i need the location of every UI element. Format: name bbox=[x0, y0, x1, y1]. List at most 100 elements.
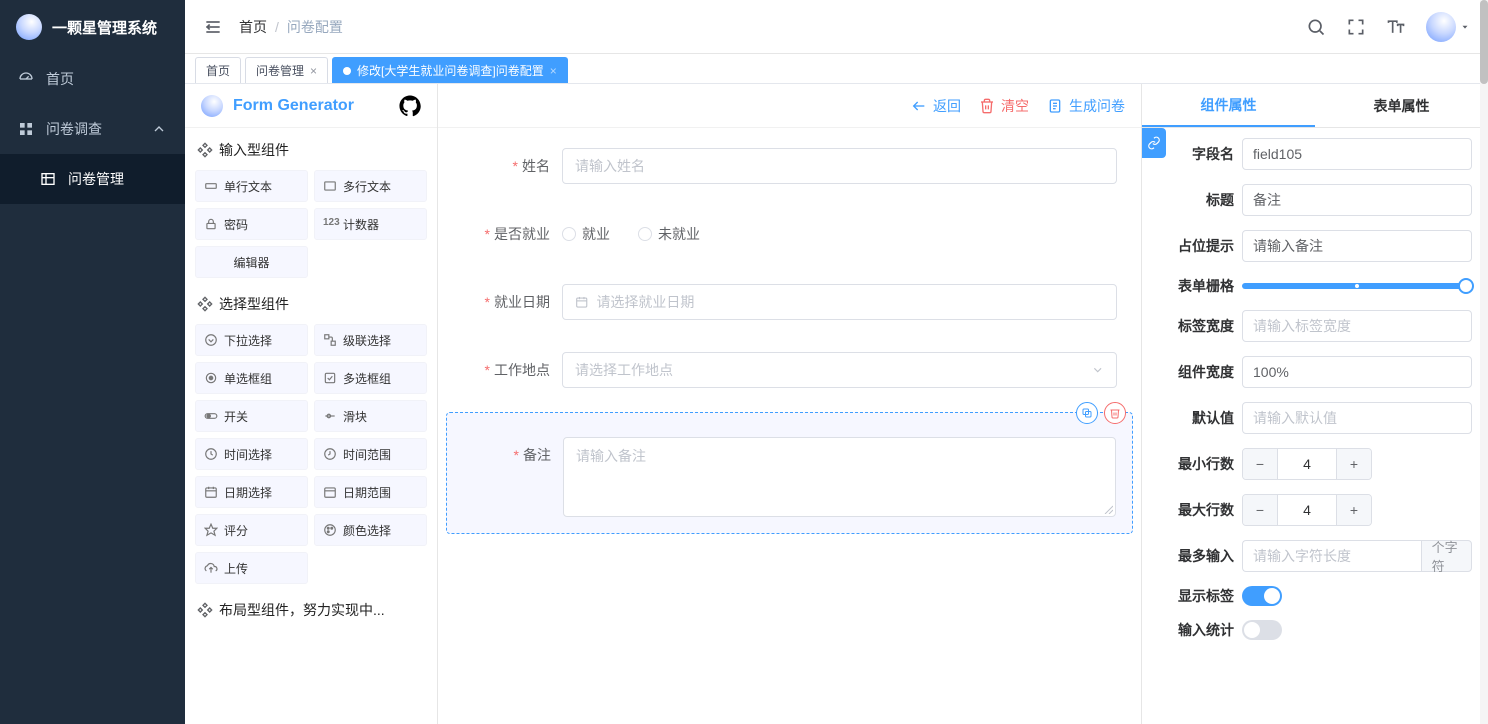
field-name[interactable]: *姓名 bbox=[446, 140, 1133, 192]
brand-logo-icon bbox=[16, 14, 42, 40]
palette-rate[interactable]: 评分 bbox=[195, 514, 308, 546]
field-work-place[interactable]: *工作地点 bbox=[446, 344, 1133, 396]
table-icon bbox=[40, 171, 56, 187]
component-icon bbox=[197, 602, 213, 618]
palette-switch[interactable]: 开关 bbox=[195, 400, 308, 432]
trash-icon bbox=[1109, 407, 1121, 419]
palette-slider[interactable]: 滑块 bbox=[314, 400, 427, 432]
prop-title-input[interactable] bbox=[1242, 184, 1472, 216]
palette-group-layout: 布局型组件，努力实现中... bbox=[195, 600, 427, 620]
tab-home[interactable]: 首页 bbox=[195, 57, 241, 83]
palette-group-select: 选择型组件 bbox=[195, 294, 427, 314]
palette-color[interactable]: 颜色选择 bbox=[314, 514, 427, 546]
prop-grid-slider[interactable] bbox=[1242, 278, 1472, 294]
prop-default-input[interactable] bbox=[1242, 402, 1472, 434]
palette-time[interactable]: 时间选择 bbox=[195, 438, 308, 470]
field-employed[interactable]: *是否就业 就业 未就业 bbox=[446, 208, 1133, 260]
text-size-icon[interactable] bbox=[1386, 17, 1406, 37]
increment-button[interactable]: + bbox=[1337, 449, 1371, 479]
increment-button[interactable]: + bbox=[1337, 495, 1371, 525]
nav-survey[interactable]: 问卷调查 bbox=[0, 104, 185, 154]
prop-max-input-input[interactable] bbox=[1242, 540, 1421, 572]
slider-handle[interactable] bbox=[1458, 278, 1474, 294]
nav-survey-mgmt[interactable]: 问卷管理 bbox=[0, 154, 185, 204]
palette-single-line[interactable]: 单行文本 bbox=[195, 170, 308, 202]
palette-cascader[interactable]: 级联选择 bbox=[314, 324, 427, 356]
generate-button[interactable]: 生成问卷 bbox=[1047, 96, 1125, 116]
radio-employed-yes[interactable]: 就业 bbox=[562, 216, 610, 252]
palette-editor[interactable]: 编辑器 bbox=[195, 246, 308, 278]
remark-textarea[interactable]: 请输入备注 bbox=[563, 437, 1116, 517]
breadcrumb-home[interactable]: 首页 bbox=[239, 17, 267, 37]
radio-icon bbox=[562, 227, 576, 241]
palette-password[interactable]: 密码 bbox=[195, 208, 308, 240]
prop-min-rows-stepper[interactable]: −4+ bbox=[1242, 448, 1372, 480]
properties-panel: 组件属性 表单属性 字段名 标题 占位提示 表单栅格 标签宽度 组件宽度 默认值… bbox=[1142, 84, 1488, 724]
prop-placeholder-input[interactable] bbox=[1242, 230, 1472, 262]
palette-radio-group[interactable]: 单选框组 bbox=[195, 362, 308, 394]
name-input[interactable] bbox=[562, 148, 1117, 184]
prop-show-label-label: 显示标签 bbox=[1174, 586, 1234, 606]
fullscreen-icon[interactable] bbox=[1346, 17, 1366, 37]
tab-survey-mgmt[interactable]: 问卷管理× bbox=[245, 57, 328, 83]
palette-date-range[interactable]: 日期范围 bbox=[314, 476, 427, 508]
palette-multi-line[interactable]: 多行文本 bbox=[314, 170, 427, 202]
form-canvas: 返回 清空 生成问卷 *姓名 *是否就业 就业 bbox=[438, 84, 1142, 724]
work-place-input[interactable] bbox=[562, 352, 1117, 388]
palette-upload[interactable]: 上传 bbox=[195, 552, 308, 584]
palette-select[interactable]: 下拉选择 bbox=[195, 324, 308, 356]
prop-label-width-label: 标签宽度 bbox=[1174, 316, 1234, 336]
resize-icon[interactable] bbox=[1103, 504, 1113, 514]
clock-range-icon bbox=[323, 447, 337, 461]
close-icon[interactable]: × bbox=[310, 58, 317, 84]
checkbox-icon bbox=[323, 371, 337, 385]
clear-button[interactable]: 清空 bbox=[979, 96, 1029, 116]
field-name-label: *姓名 bbox=[462, 148, 562, 184]
palette-counter[interactable]: 123计数器 bbox=[314, 208, 427, 240]
palette-icon bbox=[323, 523, 337, 537]
dashboard-icon bbox=[18, 71, 34, 87]
link-icon bbox=[1147, 136, 1161, 150]
decrement-button[interactable]: − bbox=[1243, 449, 1277, 479]
upload-icon bbox=[204, 561, 218, 575]
window-scrollbar[interactable] bbox=[1480, 0, 1488, 724]
cascade-icon bbox=[323, 333, 337, 347]
prop-input-stat-switch[interactable] bbox=[1242, 620, 1282, 640]
palette-time-range[interactable]: 时间范围 bbox=[314, 438, 427, 470]
slider-stop-icon bbox=[1354, 283, 1360, 289]
radio-employed-no[interactable]: 未就业 bbox=[638, 216, 700, 252]
back-button[interactable]: 返回 bbox=[911, 96, 961, 116]
prop-default-label: 默认值 bbox=[1174, 408, 1234, 428]
prop-label-width-input[interactable] bbox=[1242, 310, 1472, 342]
radio-icon bbox=[204, 371, 218, 385]
tab-edit-survey-config[interactable]: 修改[大学生就业问卷调查]问卷配置× bbox=[332, 57, 568, 83]
nav-home-label: 首页 bbox=[46, 69, 74, 89]
close-icon[interactable]: × bbox=[550, 58, 557, 84]
tab-component-props[interactable]: 组件属性 bbox=[1142, 84, 1315, 127]
field-emp-date[interactable]: *就业日期 bbox=[446, 276, 1133, 328]
tab-home-label: 首页 bbox=[206, 58, 230, 84]
github-icon[interactable] bbox=[399, 95, 421, 117]
tab-form-props[interactable]: 表单属性 bbox=[1315, 84, 1488, 127]
emp-date-input[interactable] bbox=[562, 284, 1117, 320]
palette-checkbox-group[interactable]: 多选框组 bbox=[314, 362, 427, 394]
palette-date[interactable]: 日期选择 bbox=[195, 476, 308, 508]
chevron-down-icon bbox=[1091, 363, 1104, 377]
calendar-icon bbox=[575, 295, 588, 309]
prop-comp-width-input[interactable] bbox=[1242, 356, 1472, 388]
collapse-menu-icon[interactable] bbox=[203, 17, 223, 37]
delete-field-button[interactable] bbox=[1104, 402, 1126, 424]
copy-field-button[interactable] bbox=[1076, 402, 1098, 424]
nav-home[interactable]: 首页 bbox=[0, 54, 185, 104]
prop-show-label-switch[interactable] bbox=[1242, 586, 1282, 606]
tab-edit-survey-config-label: 修改[大学生就业问卷调查]问卷配置 bbox=[357, 58, 544, 84]
decrement-button[interactable]: − bbox=[1243, 495, 1277, 525]
scrollbar-thumb[interactable] bbox=[1480, 0, 1488, 84]
prop-field-name-input[interactable] bbox=[1242, 138, 1472, 170]
user-menu[interactable] bbox=[1426, 12, 1470, 42]
form-generator-logo-icon bbox=[201, 95, 223, 117]
search-icon[interactable] bbox=[1306, 17, 1326, 37]
field-remark[interactable]: *备注 请输入备注 bbox=[446, 412, 1133, 534]
prop-max-rows-stepper[interactable]: −4+ bbox=[1242, 494, 1372, 526]
link-badge[interactable] bbox=[1142, 128, 1166, 158]
